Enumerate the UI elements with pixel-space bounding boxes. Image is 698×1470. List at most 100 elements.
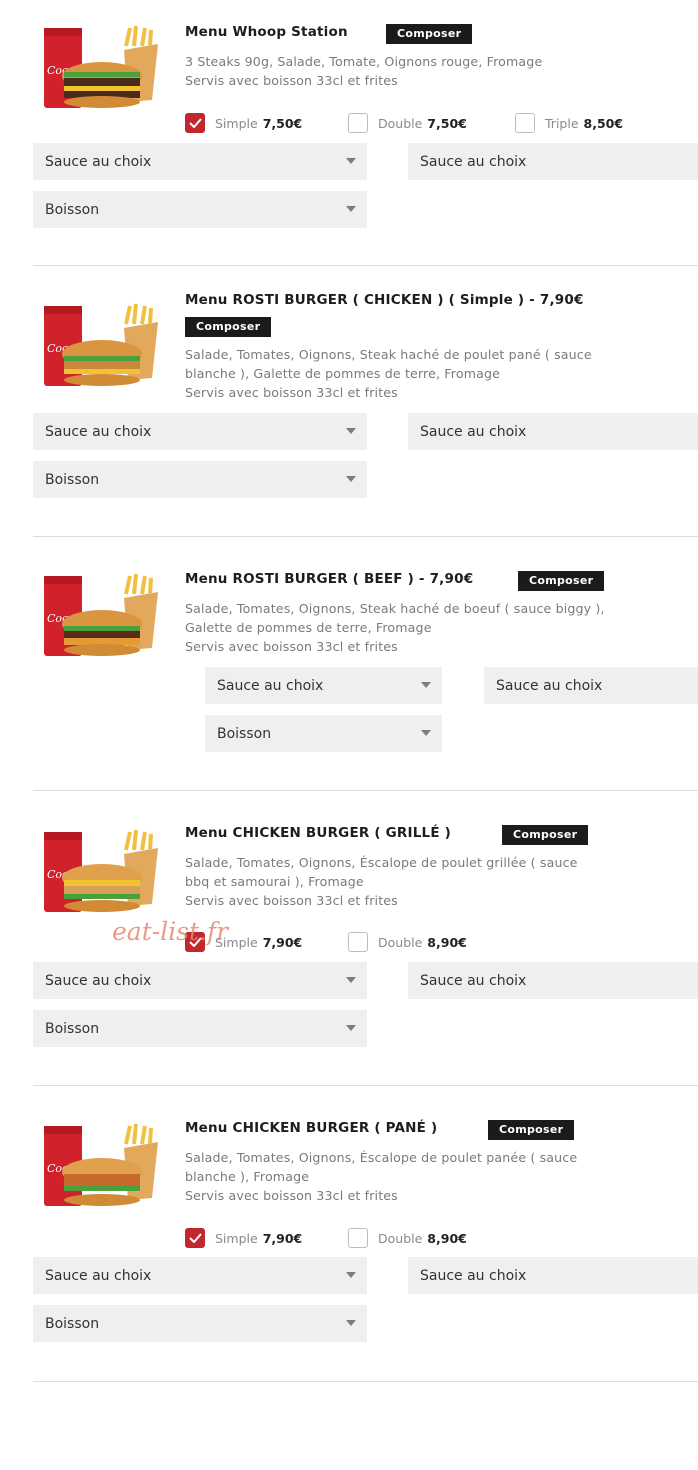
option-label: Simple (215, 1230, 258, 1246)
option-price: 7,90€ (262, 1230, 303, 1246)
dropdown-caret-icon (346, 1025, 356, 1031)
dropdown-caret-icon (346, 476, 356, 482)
dropdown-caret-icon (346, 428, 356, 434)
option-price: 8,90€ (427, 934, 467, 950)
dropdown-caret-icon (346, 1320, 356, 1326)
checkbox[interactable] (348, 932, 368, 952)
option-double[interactable]: Double 7,50€ (348, 113, 467, 133)
menu-product-image: Coca (44, 573, 158, 656)
sauce-select[interactable]: Sauce au choix (408, 413, 698, 450)
checkbox[interactable] (348, 113, 368, 133)
option-double[interactable]: Double 8,90€ (348, 1228, 467, 1248)
composer-button[interactable]: Composer (386, 24, 473, 44)
description-line: Salade, Tomates, Oignons, Steak haché de… (185, 347, 592, 362)
divider (33, 790, 698, 791)
checkbox-checked[interactable] (185, 113, 205, 133)
composer-button[interactable]: Composer (488, 1120, 575, 1140)
dropdown-caret-icon (346, 1272, 356, 1278)
option-simple[interactable]: Simple 7,90€ (185, 1228, 302, 1248)
menu-product-image: Coca (44, 303, 158, 386)
composer-button[interactable]: Composer (185, 317, 272, 337)
description-line: Salade, Tomates, Oignons, Steak haché de… (185, 601, 605, 616)
drink-select[interactable]: Boisson (33, 191, 367, 228)
checkbox-checked[interactable] (185, 1228, 205, 1248)
sauce-select[interactable]: Sauce au choix (33, 143, 367, 180)
menu-description: Salade, Tomates, Oignons, Steak haché de… (185, 345, 675, 402)
option-price: 7,90€ (262, 934, 303, 950)
select-value: Sauce au choix (420, 972, 527, 989)
select-value: Boisson (45, 1020, 100, 1037)
menu-title: Menu ROSTI BURGER ( CHICKEN ) ( Simple )… (185, 292, 584, 308)
composer-button[interactable]: Composer (502, 825, 589, 845)
sauce-select[interactable]: Sauce au choix (408, 143, 698, 180)
option-double[interactable]: Double 8,90€ (348, 932, 467, 952)
select-value: Boisson (45, 201, 100, 218)
select-value: Boisson (217, 725, 272, 742)
check-icon (188, 118, 202, 128)
sauce-select[interactable]: Sauce au choix (33, 413, 367, 450)
menu-description: Salade, Tomates, Oignons, Éscalope de po… (185, 1148, 675, 1205)
drink-select[interactable]: Boisson (205, 715, 442, 752)
check-icon (188, 1233, 202, 1243)
description-line: blanche ), Galette de pommes de terre, F… (185, 366, 501, 381)
sauce-select[interactable]: Sauce au choix (205, 667, 442, 704)
sauce-select[interactable]: Sauce au choix (33, 962, 367, 999)
select-value: Sauce au choix (45, 972, 152, 989)
composer-button[interactable]: Composer (518, 571, 605, 591)
description-line: Salade, Tomates, Oignons, Éscalope de po… (185, 855, 578, 870)
drink-select[interactable]: Boisson (33, 1010, 367, 1047)
description-line: Galette de pommes de terre, Fromage (185, 620, 432, 635)
select-value: Sauce au choix (420, 423, 527, 440)
description-line: Servis avec boisson 33cl et frites (185, 385, 398, 400)
description-line: bbq et samourai ), Fromage (185, 874, 364, 889)
select-value: Sauce au choix (45, 153, 152, 170)
menu-title: Menu Whoop Station (185, 24, 348, 40)
sauce-select[interactable]: Sauce au choix (484, 667, 698, 704)
menu-description: Salade, Tomates, Oignons, Éscalope de po… (185, 853, 675, 910)
checkbox[interactable] (348, 1228, 368, 1248)
description-line: Servis avec boisson 33cl et frites (185, 73, 398, 88)
sauce-select[interactable]: Sauce au choix (33, 1257, 367, 1294)
option-label: Double (378, 115, 423, 131)
divider (33, 1085, 698, 1086)
dropdown-caret-icon (346, 206, 356, 212)
select-value: Sauce au choix (420, 1267, 527, 1284)
select-value: Sauce au choix (45, 423, 152, 440)
sauce-select[interactable]: Sauce au choix (408, 1257, 698, 1294)
select-value: Sauce au choix (217, 677, 324, 694)
option-label: Double (378, 1230, 423, 1246)
menu-description: Salade, Tomates, Oignons, Steak haché de… (185, 599, 675, 656)
option-label: Triple (545, 115, 579, 131)
option-price: 7,50€ (262, 115, 303, 131)
description-line: blanche ), Fromage (185, 1169, 310, 1184)
dropdown-caret-icon (346, 977, 356, 983)
select-value: Sauce au choix (420, 153, 527, 170)
menu-title: Menu ROSTI BURGER ( BEEF ) - 7,90€ (185, 571, 474, 587)
option-price: 8,90€ (427, 1230, 467, 1246)
divider (33, 536, 698, 537)
dropdown-caret-icon (421, 682, 431, 688)
drink-select[interactable]: Boisson (33, 461, 367, 498)
option-label: Simple (215, 115, 258, 131)
menu-title: Menu CHICKEN BURGER ( GRILLÉ ) (185, 825, 452, 841)
divider (33, 1381, 698, 1382)
sauce-select[interactable]: Sauce au choix (408, 962, 698, 999)
menu-product-image: Coca (44, 25, 158, 108)
menu-description: 3 Steaks 90g, Salade, Tomate, Oignons ro… (185, 52, 675, 90)
menu-product-image: Coca (44, 829, 158, 912)
select-value: Sauce au choix (496, 677, 603, 694)
description-line: 3 Steaks 90g, Salade, Tomate, Oignons ro… (185, 54, 543, 69)
menu-product-image: Coca (44, 1123, 158, 1206)
option-simple[interactable]: Simple 7,50€ (185, 113, 302, 133)
drink-select[interactable]: Boisson (33, 1305, 367, 1342)
checkbox[interactable] (515, 113, 535, 133)
description-line: Salade, Tomates, Oignons, Éscalope de po… (185, 1150, 578, 1165)
dropdown-caret-icon (346, 158, 356, 164)
description-line: Servis avec boisson 33cl et frites (185, 893, 398, 908)
watermark: eat-list.fr (112, 917, 229, 946)
option-triple[interactable]: Triple 8,50€ (515, 113, 623, 133)
divider (33, 265, 698, 266)
description-line: Servis avec boisson 33cl et frites (185, 1188, 398, 1203)
option-label: Double (378, 934, 423, 950)
description-line: Servis avec boisson 33cl et frites (185, 639, 398, 654)
